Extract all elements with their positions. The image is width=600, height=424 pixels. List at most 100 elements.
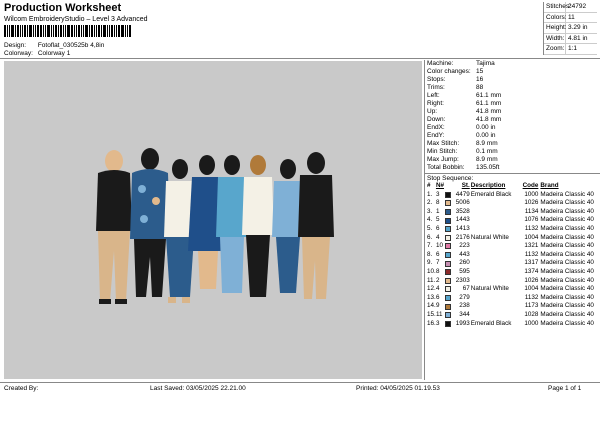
barcode-bar [96,25,97,37]
color-swatch [444,217,451,224]
barcode-bar [47,25,50,37]
barcode-bar [114,25,115,37]
machine-info-row: Color changes: 15 [425,68,600,76]
row-needle: 5 [435,216,440,224]
barcode-bar [74,25,75,37]
barcode-bar [101,25,102,37]
row-stitches: 344 [459,310,470,318]
barcode-bar [81,25,82,37]
barcode-bar [94,25,95,37]
machine-info-row: Right: 61.1 mm [425,100,600,108]
row-number: 14. [427,302,436,310]
color-swatch [444,234,451,241]
barcode-bar [78,25,80,37]
machine-info-row: EndX: 0.00 in [425,124,600,132]
row-swatch [444,242,453,251]
stat-value: 1:1 [568,45,578,52]
row-needle: 3 [435,319,440,327]
barcode-bar [60,25,62,37]
row-needle: 2 [435,276,440,284]
color-swatch [444,295,451,302]
row-number: 13. [427,293,436,301]
machine-info-row: Trims: 88 [425,84,600,92]
row-swatch [444,277,453,286]
machine-info-label: Trims: [427,84,445,91]
barcode-bar [11,25,14,37]
stats-table: Stitches: 24792 Colors: 11 Height: 3.29 in … [543,2,597,55]
worksheet-footer: Created By: Last Saved: 03/05/2025 22.21… [0,382,600,424]
row-brand: Madeira Classic 40 [540,224,594,232]
row-needle: 9 [435,302,440,310]
person-1 [96,150,132,304]
machine-info-value: 41.8 mm [476,116,502,123]
worksheet-header: Production Worksheet Wilcom EmbroiderySt… [0,0,600,58]
row-description [471,294,519,303]
row-needle: 4 [435,285,440,293]
color-swatch [444,312,451,319]
col-stitches: St. [461,182,470,189]
row-swatch [444,251,453,260]
row-description [471,242,519,251]
stat-row: Zoom: 1:1 [544,44,597,55]
row-stitches: 1443 [455,216,470,224]
barcode-bar [67,25,70,37]
row-description [471,302,519,311]
machine-info-value: Tajima [476,60,495,67]
barcode-bar [45,25,46,37]
row-description [471,251,519,260]
stat-row: Colors: 11 [544,12,597,23]
row-number: 9. [427,259,433,267]
row-brand: Madeira Classic 40 [540,267,594,275]
machine-info-value: 8.9 mm [476,156,498,163]
barcode-bar [55,25,57,37]
row-needle: 11 [435,310,443,318]
stop-sequence-row: 11. 2 2303 1026 Madeira Classic 40 [425,277,600,286]
stop-sequence-header: # N# St. Description Code Brand [425,182,600,191]
barcode-bar [91,25,93,37]
row-description [471,259,519,268]
stop-sequence-row: 14. 9 238 1173 Madeira Classic 40 [425,302,600,311]
row-number: 7. [427,242,433,250]
row-stitches: 279 [459,293,470,301]
col-number: # [427,182,431,189]
color-swatch [444,277,451,284]
barcode-image [4,25,140,37]
barcode-bar [58,25,59,37]
stop-sequence-row: 9. 7 260 1317 Madeira Classic 40 [425,259,600,268]
embroidery-preview [4,61,422,379]
stat-label: Height: [546,23,567,33]
row-description [471,199,519,208]
row-swatch [444,208,453,217]
row-swatch [444,311,453,320]
row-code: 1028 [524,310,539,318]
row-brand: Madeira Classic 40 [540,207,594,215]
stop-sequence-row: 12. 4 67 Natural White 1004 Madeira Classic 4… [425,285,600,294]
row-brand: Madeira Classic 40 [540,285,594,293]
color-swatch [444,286,451,293]
machine-info-label: Color changes: [427,68,471,75]
row-code: 1132 [524,293,539,301]
stat-row: Height: 3.29 in [544,23,597,34]
machine-info-value: 135.05ft [476,164,500,171]
machine-info-row: Left: 61.1 mm [425,92,600,100]
machine-info-row: EndY: 0.00 in [425,132,600,140]
col-code: Code [522,182,539,189]
colorway-label: Colorway: [4,50,33,57]
row-description: Natural White [470,285,509,293]
stat-label: Zoom: [546,44,566,54]
machine-info-label: Max Jump: [427,156,459,163]
stop-sequence-row: 3. 1 3528 1134 Madeira Classic 40 [425,208,600,217]
row-description [471,268,519,277]
design-value: Fotoflat_030525b 4,8in [37,42,105,49]
color-swatch [444,320,451,327]
machine-info-row: Max Stitch: 8.9 mm [425,140,600,148]
page-title: Production Worksheet [4,2,122,14]
row-number: 1. [427,190,433,198]
barcode-bar [20,25,21,37]
color-swatch [444,252,451,259]
barcode-bar [27,25,28,37]
row-swatch [444,216,453,225]
barcode-bar [129,25,131,37]
row-description [471,277,519,286]
row-swatch [444,302,453,311]
